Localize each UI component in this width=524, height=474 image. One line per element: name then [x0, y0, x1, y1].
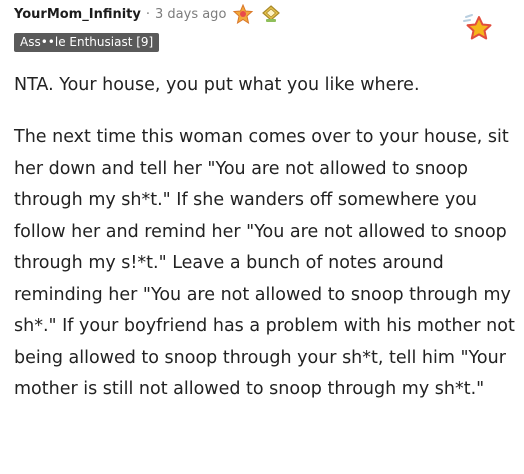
comment-timestamp[interactable]: 3 days ago: [155, 7, 226, 22]
comment-header: YourMom_Infinity · 3 days ago: [14, 4, 282, 24]
author-username[interactable]: YourMom_Infinity: [14, 7, 141, 22]
award-rocket-like-award-icon[interactable]: [232, 4, 254, 24]
comment-paragraph: The next time this woman comes over to y…: [14, 127, 515, 399]
user-flair: Ass••le Enthusiast [9]: [14, 33, 160, 52]
star-award-icon[interactable]: [460, 12, 494, 44]
comment-paragraph: NTA. Your house, you put what you like w…: [14, 75, 420, 95]
comment: YourMom_Infinity · 3 days ago Ass••le En…: [0, 0, 524, 474]
award-hat-award-icon[interactable]: [260, 4, 282, 24]
header-separator: ·: [145, 6, 150, 22]
